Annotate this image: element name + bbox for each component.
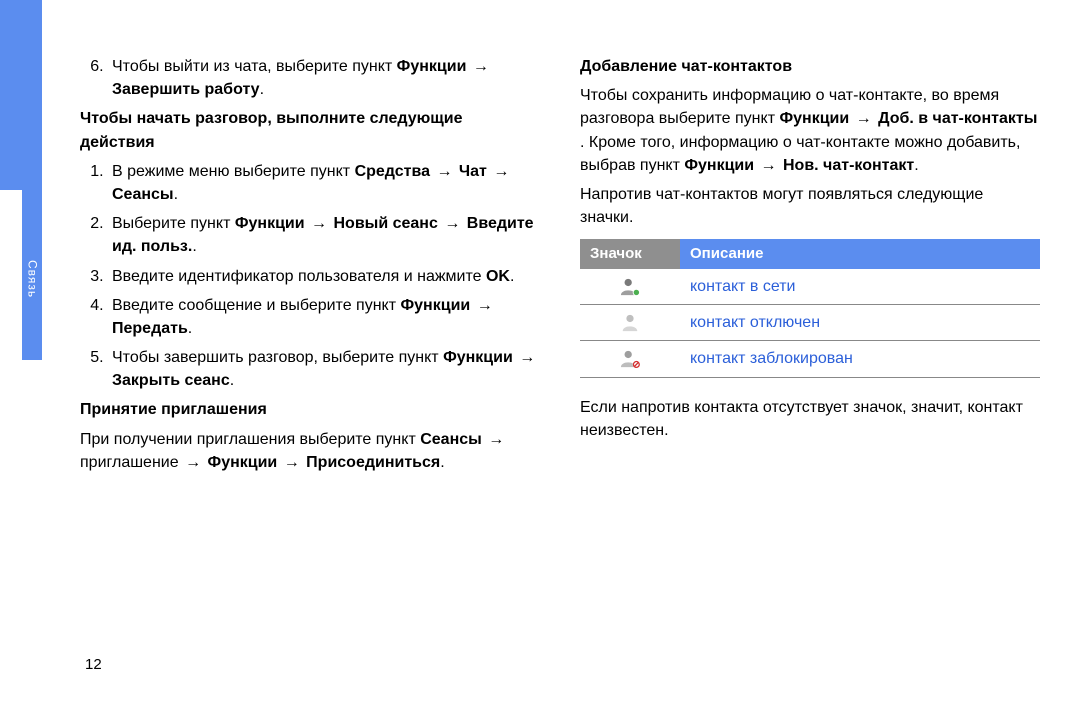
heading-add-contacts: Добавление чат-контактов xyxy=(580,55,1040,78)
arrow-icon: → xyxy=(854,110,874,127)
th-icon: Значок xyxy=(580,239,680,269)
text: . xyxy=(230,372,234,389)
status-desc: контакт в сети xyxy=(680,269,1040,305)
arrow-icon: → xyxy=(491,163,511,180)
text: . xyxy=(174,186,178,203)
text: Чтобы выйти из чата, выберите пункт xyxy=(112,58,397,75)
table-row: контакт в сети xyxy=(580,269,1040,305)
bold: Нов. чат-контакт xyxy=(783,157,914,174)
bold: Сеансы xyxy=(112,186,174,203)
buddy-online-icon xyxy=(619,277,641,297)
arrow-icon: → xyxy=(183,454,203,471)
left-column: Чтобы выйти из чата, выберите пункт Функ… xyxy=(80,55,540,681)
start-chat-steps: В режиме меню выберите пункт Средства → … xyxy=(80,160,540,393)
right-column: Добавление чат-контактов Чтобы сохранить… xyxy=(580,55,1040,681)
add-contacts-para: Чтобы сохранить информацию о чат-контакт… xyxy=(580,84,1040,177)
buddy-offline-icon xyxy=(619,313,641,333)
step-3: Введите идентификатор пользователя и наж… xyxy=(108,265,540,288)
bold: OK xyxy=(486,268,510,285)
arrow-icon: → xyxy=(471,58,491,75)
status-icon-cell xyxy=(580,341,680,377)
step-1: В режиме меню выберите пункт Средства → … xyxy=(108,160,540,206)
text: . xyxy=(914,157,918,174)
arrow-icon: → xyxy=(486,431,506,448)
buddy-blocked-icon xyxy=(619,349,641,369)
bold: Функции xyxy=(443,349,513,366)
text: . xyxy=(192,238,196,255)
bold: Чат xyxy=(459,163,487,180)
step-2: Выберите пункт Функции → Новый сеанс → В… xyxy=(108,212,540,258)
status-icon-cell xyxy=(580,269,680,305)
text: Введите сообщение и выберите пункт xyxy=(112,297,401,314)
exit-step: Чтобы выйти из чата, выберите пункт Функ… xyxy=(108,55,540,101)
bold: Завершить работу xyxy=(112,81,260,98)
bold: Функции xyxy=(684,157,754,174)
step-4: Введите сообщение и выберите пункт Функц… xyxy=(108,294,540,340)
bold: Средства xyxy=(355,163,430,180)
bold: Функции xyxy=(401,297,471,314)
status-icon-cell xyxy=(580,305,680,341)
text: . xyxy=(440,454,444,471)
bold: Закрыть сеанс xyxy=(112,372,230,389)
no-icon-note: Если напротив контакта отсутствует значо… xyxy=(580,396,1040,442)
table-header-row: Значок Описание xyxy=(580,239,1040,269)
accept-invite-text: При получении приглашения выберите пункт… xyxy=(80,428,540,474)
status-desc: контакт заблокирован xyxy=(680,341,1040,377)
text: . xyxy=(260,81,264,98)
bold: Присоединиться xyxy=(306,454,440,471)
bold: Функции xyxy=(208,454,278,471)
bold: Функции xyxy=(397,58,467,75)
table-row: контакт заблокирован xyxy=(580,341,1040,377)
text: приглашение xyxy=(80,454,183,471)
bold: Новый сеанс xyxy=(333,215,437,232)
bold: Доб. в чат-контакты xyxy=(878,110,1037,127)
text: Выберите пункт xyxy=(112,215,235,232)
arrow-icon: → xyxy=(475,297,495,314)
th-desc: Описание xyxy=(680,239,1040,269)
text: Введите идентификатор пользователя и наж… xyxy=(112,268,486,285)
arrow-icon: → xyxy=(434,163,454,180)
page-number: 12 xyxy=(85,654,102,676)
status-desc: контакт отключен xyxy=(680,305,1040,341)
text: В режиме меню выберите пункт xyxy=(112,163,355,180)
exit-step-list: Чтобы выйти из чата, выберите пункт Функ… xyxy=(80,55,540,101)
arrow-icon: → xyxy=(759,157,779,174)
icon-table: Значок Описание контакт в сети xyxy=(580,239,1040,377)
side-tab-label: Связь xyxy=(23,260,40,298)
arrow-icon: → xyxy=(309,215,329,232)
bold: Передать xyxy=(112,320,188,337)
bold: Сеансы xyxy=(420,431,482,448)
icons-intro: Напротив чат-контактов могут появляться … xyxy=(580,183,1040,229)
arrow-icon: → xyxy=(282,454,302,471)
text: При получении приглашения выберите пункт xyxy=(80,431,420,448)
bold: Функции xyxy=(235,215,305,232)
bold: Функции xyxy=(779,110,849,127)
arrow-icon: → xyxy=(442,215,462,232)
text: Чтобы завершить разговор, выберите пункт xyxy=(112,349,443,366)
table-row: контакт отключен xyxy=(580,305,1040,341)
page-content: Чтобы выйти из чата, выберите пункт Функ… xyxy=(80,55,1040,681)
text: . xyxy=(188,320,192,337)
arrow-icon: → xyxy=(517,349,537,366)
side-blue-bar xyxy=(0,0,42,190)
heading-start-chat: Чтобы начать разговор, выполните следующ… xyxy=(80,107,540,153)
heading-accept-invite: Принятие приглашения xyxy=(80,398,540,421)
step-5: Чтобы завершить разговор, выберите пункт… xyxy=(108,346,540,392)
side-tab: Связь xyxy=(22,190,42,360)
text: . xyxy=(510,268,514,285)
